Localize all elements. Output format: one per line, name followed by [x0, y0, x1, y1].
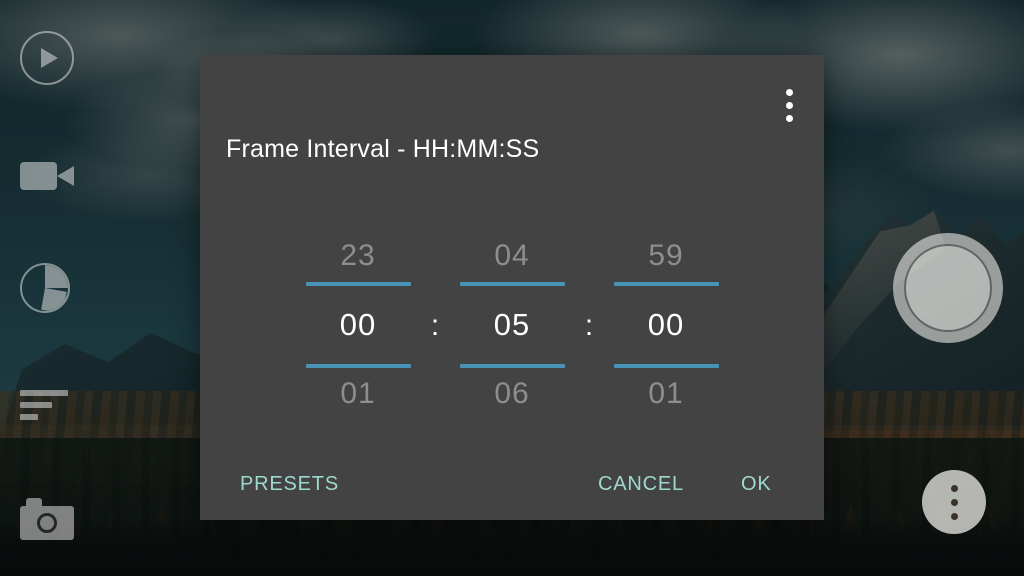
sort-settings-icon-line-1 [20, 390, 68, 396]
dialog-overflow-menu-button[interactable] [772, 82, 806, 128]
pie-clock-icon-wedge-b [41, 288, 67, 311]
more-vert-icon-dot-2 [785, 101, 793, 109]
dialog-action-bar: PRESETS CANCEL OK [200, 455, 824, 520]
video-camera-icon-body [20, 162, 57, 190]
video-camera-icon[interactable] [20, 158, 76, 194]
sort-settings-icon-line-2 [20, 402, 52, 408]
shutter-button-inner-ring [904, 244, 992, 332]
picker-hours-selected[interactable]: 00 [340, 286, 376, 364]
picker-hours-previous[interactable]: 23 [340, 230, 375, 282]
picker-column-hours[interactable]: 23 00 01 [294, 230, 422, 420]
picker-minutes-selected[interactable]: 05 [494, 286, 530, 364]
picker-seconds-next[interactable]: 01 [648, 368, 683, 420]
ok-button[interactable]: OK [741, 473, 772, 496]
picker-column-minutes[interactable]: 04 05 06 [448, 230, 576, 420]
frame-interval-dialog: Frame Interval - HH:MM:SS 23 00 01 : 04 … [200, 55, 824, 520]
sort-settings-icon-line-3 [20, 414, 38, 420]
more-vert-icon-dot-3 [950, 512, 958, 520]
picker-seconds-selected[interactable]: 00 [648, 286, 684, 364]
picker-column-seconds[interactable]: 59 00 01 [602, 230, 730, 420]
shutter-button[interactable] [893, 233, 1003, 343]
pie-clock-icon-wedge-a [45, 265, 68, 288]
video-camera-icon-lens [57, 166, 74, 186]
more-vert-icon-dot-2 [950, 498, 958, 506]
more-vert-icon-dot-1 [785, 88, 793, 96]
picker-separator-minutes-seconds: : [584, 309, 594, 342]
overflow-menu-fab[interactable] [922, 470, 986, 534]
app-screen: Frame Interval - HH:MM:SS 23 00 01 : 04 … [0, 0, 1024, 576]
time-picker: 23 00 01 : 04 05 06 : 59 00 01 [200, 195, 824, 455]
play-icon-triangle [41, 48, 58, 68]
picker-separator-hours-minutes: : [430, 309, 440, 342]
cancel-button[interactable]: CANCEL [598, 473, 684, 496]
more-vert-icon-dot-1 [950, 484, 958, 492]
pie-clock-icon[interactable] [20, 263, 70, 313]
picker-seconds-previous[interactable]: 59 [648, 230, 683, 282]
camera-icon-lens [37, 513, 57, 533]
pie-clock-icon-dial [20, 263, 70, 313]
presets-button[interactable]: PRESETS [240, 473, 339, 496]
picker-minutes-previous[interactable]: 04 [494, 230, 529, 282]
picker-hours-next[interactable]: 01 [340, 368, 375, 420]
play-icon-ring [20, 31, 74, 85]
dialog-title: Frame Interval - HH:MM:SS [226, 135, 540, 163]
camera-icon[interactable] [20, 498, 74, 540]
picker-minutes-next[interactable]: 06 [494, 368, 529, 420]
play-icon[interactable] [20, 31, 74, 85]
more-vert-icon-dot-3 [785, 114, 793, 122]
sort-settings-icon[interactable] [20, 390, 70, 424]
